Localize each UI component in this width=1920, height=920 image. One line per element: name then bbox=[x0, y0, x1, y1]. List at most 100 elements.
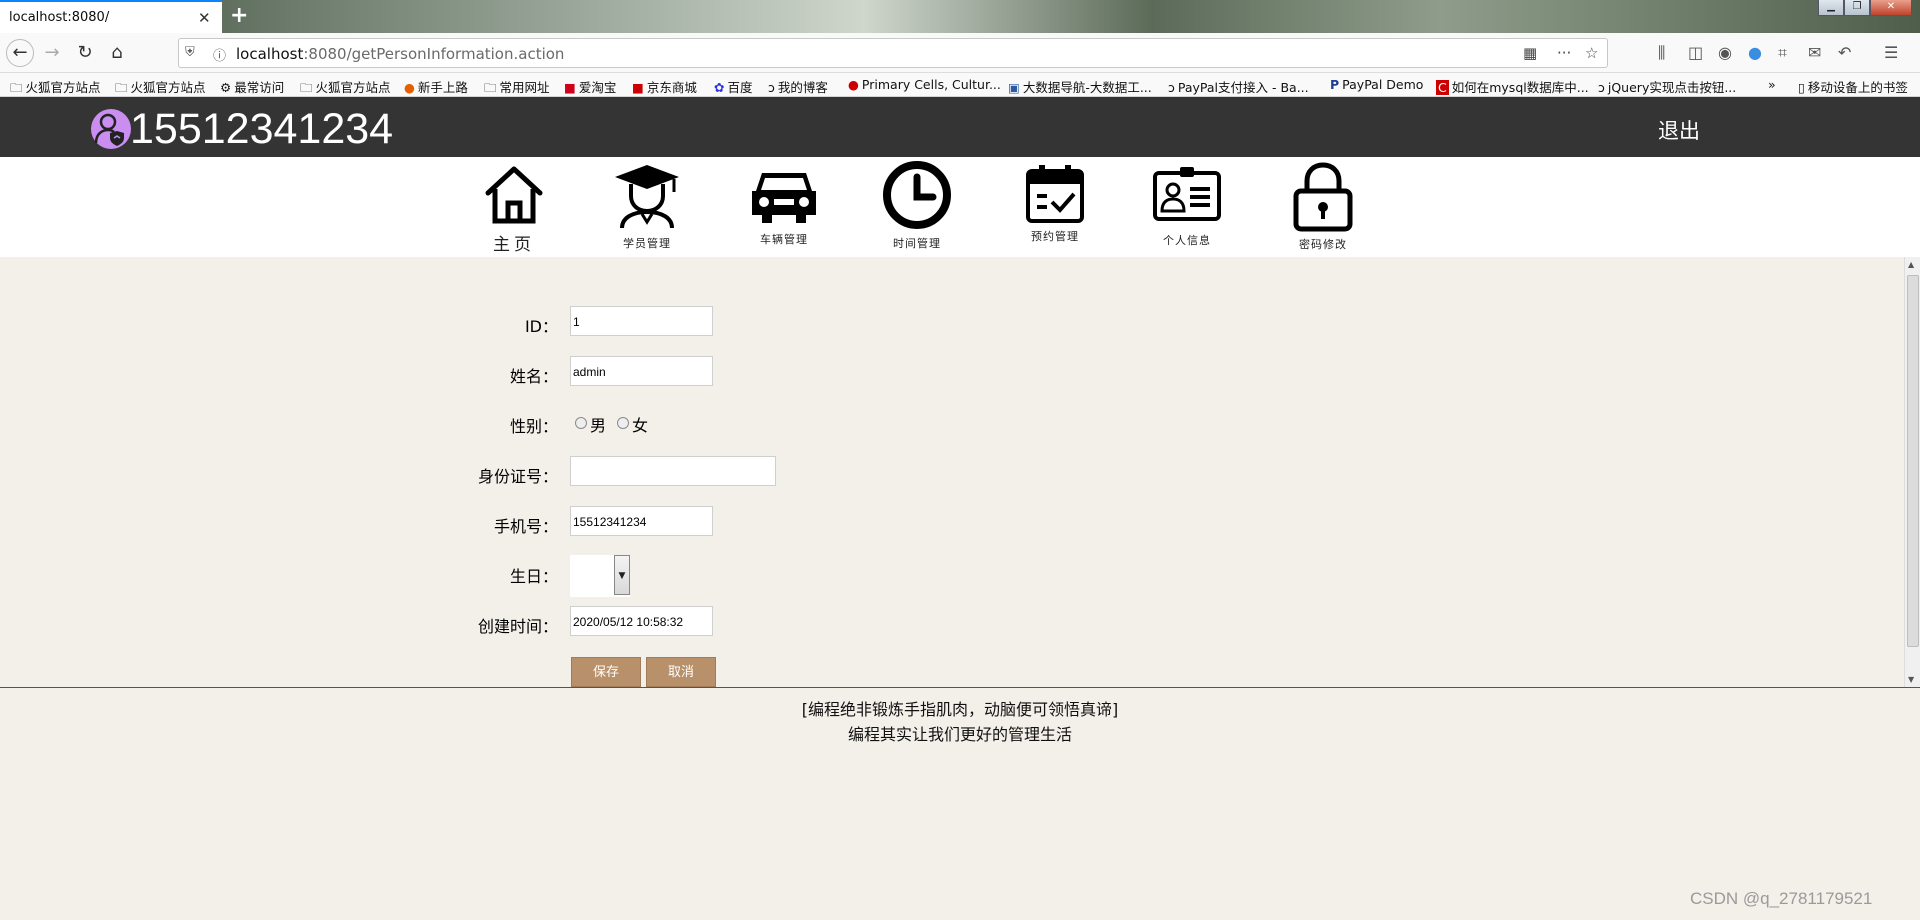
bookmark-item[interactable]: ↄ 我的博客 bbox=[768, 77, 828, 96]
chevron-down-icon[interactable]: ▼ bbox=[614, 555, 630, 595]
created-time-field[interactable]: 2020/05/12 10:58:32 bbox=[570, 606, 713, 636]
scroll-up-icon[interactable]: ▲ bbox=[1908, 260, 1914, 269]
qr-code-icon[interactable]: ▦ bbox=[1523, 44, 1537, 62]
page-scrollbar[interactable]: ▲ ▼ bbox=[1904, 257, 1920, 687]
jd-icon: ■ bbox=[632, 80, 644, 95]
chat-icon[interactable]: ✉ bbox=[1808, 43, 1821, 62]
bookmark-item[interactable]: ▯ 移动设备上的书签 bbox=[1798, 77, 1908, 96]
sidebar-icon[interactable]: ◫ bbox=[1688, 43, 1703, 62]
more-actions-icon[interactable]: ··· bbox=[1557, 44, 1571, 62]
id-field[interactable]: 1 bbox=[570, 306, 713, 336]
bookmark-item[interactable]: ✿ 百度 bbox=[714, 77, 753, 96]
blog-icon: ↄ bbox=[768, 80, 775, 95]
created-time-label: 创建时间： bbox=[477, 617, 558, 636]
bookmark-item[interactable]: ▣ 大数据导航-大数据工... bbox=[1008, 77, 1152, 96]
birthday-label: 生日： bbox=[509, 567, 558, 586]
bookmark-star-icon[interactable]: ☆ bbox=[1585, 44, 1598, 62]
nav-item-label: 时间管理 bbox=[893, 237, 941, 250]
nav-item-label: 主页 bbox=[493, 235, 535, 255]
minimize-window-icon[interactable]: ▁ bbox=[1818, 0, 1844, 16]
info-icon[interactable]: ⓘ bbox=[213, 45, 226, 64]
nav-item-time[interactable]: 时间管理 bbox=[867, 157, 967, 257]
screenshot-icon[interactable]: ⌗ bbox=[1778, 43, 1787, 63]
bookmark-item[interactable]: ■ 爱淘宝 bbox=[564, 77, 616, 96]
shield-icon[interactable]: ⛨ bbox=[185, 45, 195, 60]
nav-item-label: 密码修改 bbox=[1299, 238, 1347, 251]
app-header: 15512341234 退出 bbox=[0, 97, 1920, 157]
page-footer: [编程绝非锻炼手指肌肉，动脑便可领悟真谛] 编程其实让我们更好的管理生活 bbox=[0, 687, 1920, 920]
tab-title: localhost:8080/ bbox=[9, 10, 110, 25]
calendar-icon bbox=[1026, 165, 1084, 223]
menu-icon[interactable]: ☰ bbox=[1884, 43, 1898, 62]
bookmark-item[interactable]: ⚙ 最常访问 bbox=[220, 77, 284, 96]
user-phone-number: 15512341234 bbox=[130, 105, 394, 153]
gender-male-radio[interactable] bbox=[575, 417, 587, 429]
undo-icon[interactable]: ↶ bbox=[1838, 43, 1851, 62]
account-icon[interactable]: ◉ bbox=[1718, 43, 1732, 62]
blog-icon: ↄ bbox=[1168, 80, 1175, 95]
close-tab-icon[interactable]: ✕ bbox=[198, 9, 211, 27]
idcard-field[interactable] bbox=[570, 456, 776, 486]
lock-icon bbox=[1293, 162, 1353, 232]
nav-item-password[interactable]: 密码修改 bbox=[1273, 157, 1373, 257]
cells-icon: ● bbox=[848, 77, 859, 92]
paypal-icon: P bbox=[1330, 77, 1340, 92]
user-shield-icon bbox=[94, 113, 124, 146]
bookmark-item[interactable]: ● Primary Cells, Cultur... bbox=[848, 77, 1001, 92]
home-browser-icon[interactable]: ⌂ bbox=[105, 41, 129, 65]
scroll-down-icon[interactable]: ▼ bbox=[1908, 675, 1914, 684]
forward-icon[interactable]: → bbox=[40, 41, 64, 65]
phone-field[interactable]: 15512341234 bbox=[570, 506, 713, 536]
gender-female-radio[interactable] bbox=[617, 417, 629, 429]
reload-icon[interactable]: ↻ bbox=[73, 41, 97, 65]
id-label: ID： bbox=[524, 317, 558, 336]
logout-button[interactable]: 退出 bbox=[1658, 115, 1700, 145]
nav-item-home[interactable]: 主页 bbox=[464, 157, 564, 257]
csdn-watermark: CSDN @q_2781179521 bbox=[1690, 889, 1873, 908]
firefox-icon: ● bbox=[404, 80, 415, 95]
nav-item-label: 预约管理 bbox=[1031, 230, 1079, 243]
restore-window-icon[interactable]: ❐ bbox=[1844, 0, 1870, 16]
nav-item-students[interactable]: 学员管理 bbox=[597, 157, 697, 257]
close-window-icon[interactable]: ✕ bbox=[1870, 0, 1912, 16]
nav-item-profile[interactable]: 个人信息 bbox=[1137, 157, 1237, 257]
back-icon[interactable]: ← bbox=[6, 39, 34, 67]
name-label: 姓名： bbox=[509, 367, 558, 386]
save-button[interactable]: 保存 bbox=[571, 657, 641, 687]
bookmark-item[interactable]: ↄ jQuery实现点击按钮... bbox=[1598, 77, 1736, 96]
url-bar[interactable]: ⛨ ⓘ localhost:8080/getPersonInformation.… bbox=[178, 38, 1608, 68]
bookmark-item[interactable]: ↄ PayPal支付接入 - Ba... bbox=[1168, 77, 1309, 96]
globe-icon[interactable]: ● bbox=[1748, 43, 1762, 62]
bookmark-item[interactable]: C 如何在mysql数据库中... bbox=[1436, 77, 1589, 96]
nav-item-label: 个人信息 bbox=[1163, 234, 1211, 247]
browser-navbar: ← → ↻ ⌂ ⛨ ⓘ localhost:8080/getPersonInfo… bbox=[0, 33, 1920, 73]
name-field[interactable]: admin bbox=[570, 356, 713, 386]
blog-icon: ↄ bbox=[1598, 80, 1605, 95]
browser-tab[interactable]: localhost:8080/ ✕ bbox=[0, 0, 222, 33]
bookmark-item[interactable]: ■ 京东商城 bbox=[632, 77, 697, 96]
url-text[interactable]: localhost:8080/getPersonInformation.acti… bbox=[236, 45, 564, 63]
main-icon-nav: 主页 学员管理 车辆管理 时间管理 预约管理 个人信息 密码修改 bbox=[0, 157, 1920, 257]
new-tab-icon[interactable]: + bbox=[230, 3, 248, 28]
gender-label: 性别： bbox=[509, 417, 558, 436]
bookmarks-overflow-icon[interactable]: » bbox=[1768, 77, 1776, 92]
bigdata-icon: ▣ bbox=[1008, 80, 1020, 95]
bookmark-item[interactable]: ● 新手上路 bbox=[404, 77, 468, 96]
bookmark-item[interactable]: P PayPal Demo bbox=[1330, 77, 1423, 92]
nav-item-label: 学员管理 bbox=[623, 237, 671, 250]
mobile-icon: ▯ bbox=[1798, 80, 1805, 95]
library-icon[interactable]: ⫼ bbox=[1658, 43, 1665, 63]
gender-male-label: 男 bbox=[590, 416, 607, 435]
birthday-select[interactable]: ▼ bbox=[570, 555, 630, 597]
cancel-button[interactable]: 取消 bbox=[646, 657, 716, 687]
avatar bbox=[91, 109, 131, 149]
nav-item-vehicles[interactable]: 车辆管理 bbox=[734, 157, 834, 257]
nav-item-appointments[interactable]: 预约管理 bbox=[1005, 157, 1105, 257]
footer-slogan: 编程其实让我们更好的管理生活 bbox=[847, 725, 1072, 744]
gear-icon: ⚙ bbox=[220, 80, 232, 95]
home-icon bbox=[485, 166, 543, 224]
student-icon bbox=[615, 165, 679, 229]
scroll-thumb[interactable] bbox=[1907, 275, 1919, 647]
gender-female-label: 女 bbox=[632, 416, 649, 435]
person-info-form: ID： 1 姓名： admin 性别： 男 女 身份证号： 手机号： 15512… bbox=[0, 257, 1904, 687]
